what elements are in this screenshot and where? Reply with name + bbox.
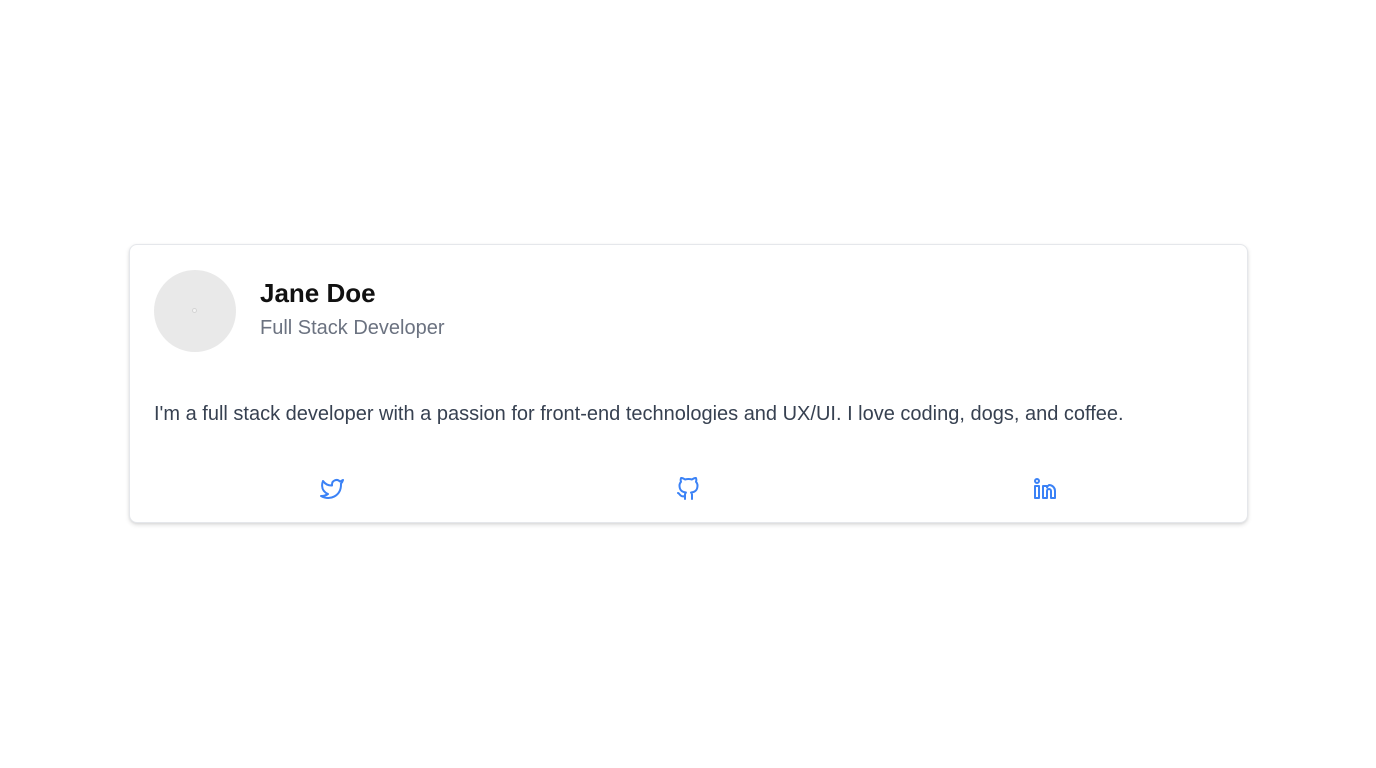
linkedin-link[interactable] — [1031, 475, 1059, 503]
avatar — [154, 270, 236, 352]
profile-bio: I'm a full stack developer with a passio… — [154, 403, 1124, 425]
avatar-placeholder-icon — [192, 308, 197, 313]
profile-header: Jane Doe Full Stack Developer — [154, 270, 445, 352]
social-links — [154, 475, 1223, 503]
profile-name: Jane Doe — [260, 278, 376, 308]
profile-title: Full Stack Developer — [260, 317, 445, 339]
github-icon — [677, 477, 699, 500]
twitter-icon — [320, 479, 345, 499]
name-block: Jane Doe Full Stack Developer — [260, 278, 445, 341]
profile-card: Jane Doe Full Stack Developer I'm a full… — [129, 244, 1248, 523]
twitter-link[interactable] — [318, 475, 346, 503]
github-link[interactable] — [674, 475, 702, 503]
linkedin-icon — [1033, 478, 1056, 499]
